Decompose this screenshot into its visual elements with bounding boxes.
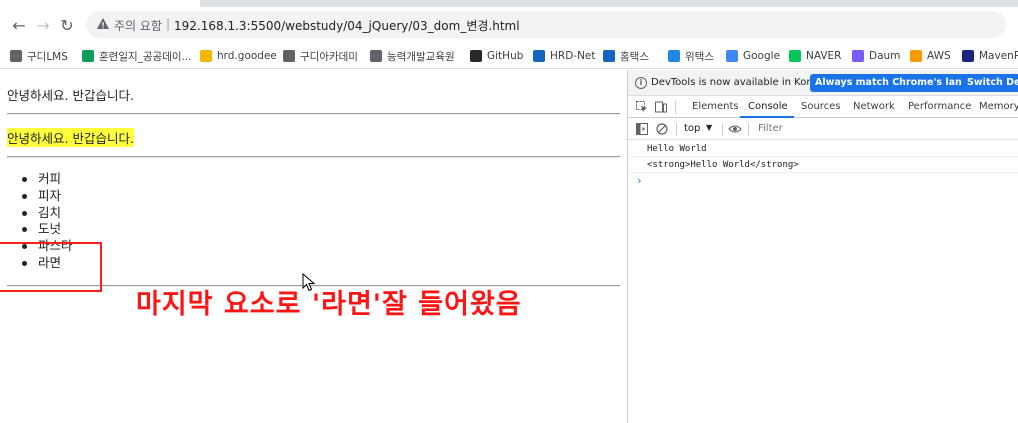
- bookmark-favicon-icon: [82, 50, 94, 62]
- bookmark-favicon-icon: [370, 50, 382, 62]
- toolbar-separator: [676, 123, 677, 136]
- console-log-line: <strong>Hello World</strong>: [628, 157, 1018, 173]
- bookmark-item[interactable]: MavenRe: [962, 48, 1018, 64]
- bookmark-label: HRD-Net: [550, 50, 596, 62]
- bookmark-item[interactable]: 위택스: [668, 48, 714, 64]
- active-tab[interactable]: [0, 0, 200, 7]
- banner-message: DevTools is now available in Korean!: [651, 77, 833, 88]
- list-item: 도넛: [22, 221, 73, 238]
- url-text[interactable]: 192.168.1.3:5500/webstudy/04_jQuery/03_d…: [174, 17, 520, 34]
- horizontal-rule: [7, 156, 620, 158]
- console-filter-input[interactable]: [752, 120, 1014, 137]
- live-expression-eye-icon[interactable]: [728, 123, 742, 135]
- toolbar-separator: [748, 123, 749, 136]
- bookmarks-bar: 구디LMS 훈련일지_공공데이... hrd.goodee 구디아카데미 능력개발교육원…: [0, 42, 1018, 69]
- forward-arrow-icon[interactable]: →: [34, 17, 52, 35]
- bookmark-item[interactable]: Google: [726, 48, 780, 64]
- info-icon: i: [635, 77, 647, 89]
- security-label[interactable]: 주의 요함: [114, 17, 162, 34]
- bookmark-label: GitHub: [487, 50, 524, 62]
- bookmark-label: Google: [743, 50, 781, 62]
- switch-language-button[interactable]: Switch DevT: [962, 74, 1018, 92]
- bookmark-item[interactable]: hrd.goodee: [200, 48, 277, 64]
- bookmark-favicon-icon: [470, 50, 482, 62]
- bookmark-label: 구디LMS: [27, 50, 68, 63]
- bookmark-label: 위택스: [685, 50, 714, 63]
- bookmark-item[interactable]: 구디LMS: [10, 48, 68, 64]
- bookmark-item[interactable]: Daum: [852, 48, 900, 64]
- annotation-text: 마지막 요소로 '라면'잘 들어왔음: [136, 289, 522, 320]
- back-arrow-icon[interactable]: ←: [10, 17, 28, 35]
- bookmark-item[interactable]: 능력개발교육원: [370, 48, 455, 64]
- bookmark-item[interactable]: GitHub: [470, 48, 523, 64]
- bookmark-favicon-icon: [962, 50, 974, 62]
- bookmark-favicon-icon: [852, 50, 864, 62]
- bookmark-label: AWS: [927, 50, 951, 62]
- bookmark-favicon-icon: [668, 50, 680, 62]
- greeting-paragraph: 안녕하세요. 반갑습니다.: [7, 88, 134, 103]
- device-toolbar-icon[interactable]: [655, 101, 667, 113]
- inspect-element-icon[interactable]: [636, 101, 648, 113]
- bookmark-favicon-icon: [10, 50, 22, 62]
- bookmark-item[interactable]: 구디아카데미: [283, 48, 358, 64]
- tab-console[interactable]: Console: [748, 101, 788, 112]
- reload-icon[interactable]: ↻: [58, 17, 76, 35]
- annotation-highlight-box: [0, 242, 102, 292]
- warning-icon: [97, 18, 109, 29]
- browser-toolbar: ← → ↻ 주의 요함 | 192.168.1.3:5500/webstudy/…: [0, 7, 1018, 42]
- bookmark-favicon-icon: [533, 50, 545, 62]
- tab-network[interactable]: Network: [853, 101, 895, 112]
- context-selector[interactable]: top: [684, 123, 700, 134]
- list-item: 커피: [22, 171, 73, 188]
- tab-performance[interactable]: Performance: [908, 101, 971, 112]
- toolbar-separator: [722, 123, 723, 136]
- highlighted-greeting-paragraph: 안녕하세요. 반갑습니다.: [7, 128, 134, 147]
- bookmark-label: NAVER: [806, 50, 842, 62]
- bookmark-label: MavenRe: [979, 50, 1018, 62]
- bookmark-item[interactable]: 훈련일지_공공데이...: [82, 48, 192, 64]
- list-item: 피자: [22, 188, 73, 205]
- address-bar[interactable]: 주의 요함 | 192.168.1.3:5500/webstudy/04_jQu…: [86, 11, 1006, 38]
- list-item: 김치: [22, 205, 73, 222]
- tab-strip: [0, 0, 1018, 7]
- console-toolbar: top ▼: [628, 118, 1018, 140]
- tab-elements[interactable]: Elements: [692, 101, 739, 112]
- tab-separator: [675, 101, 676, 114]
- page-content: 안녕하세요. 반갑습니다. 안녕하세요. 반갑습니다. 커피 피자 김치 도넛 파스타 라…: [0, 70, 627, 423]
- bookmark-favicon-icon: [726, 50, 738, 62]
- bookmark-favicon-icon: [789, 50, 801, 62]
- clear-console-icon[interactable]: [656, 123, 668, 135]
- bookmark-label: 훈련일지_공공데이...: [99, 50, 192, 63]
- bookmark-item[interactable]: HRD-Net: [533, 48, 596, 64]
- bookmark-item[interactable]: NAVER: [789, 48, 841, 64]
- bookmark-label: 구디아카데미: [300, 50, 358, 63]
- url-divider: |: [166, 17, 171, 31]
- bookmark-label: 홈택스: [620, 50, 649, 63]
- chevron-down-icon[interactable]: ▼: [706, 123, 712, 132]
- devtools-language-banner: i DevTools is now available in Korean! A…: [628, 70, 1018, 96]
- bookmark-favicon-icon: [910, 50, 922, 62]
- bookmark-favicon-icon: [200, 50, 212, 62]
- console-prompt[interactable]: ›: [636, 174, 643, 187]
- tab-memory[interactable]: Memory: [979, 101, 1018, 112]
- bookmark-favicon-icon: [283, 50, 295, 62]
- devtools-tabbar: Elements Console Sources Network Perform…: [628, 96, 1018, 118]
- tab-sources[interactable]: Sources: [801, 101, 841, 112]
- bookmark-item[interactable]: AWS: [910, 48, 951, 64]
- bookmark-label: hrd.goodee: [217, 50, 277, 62]
- devtools-panel: i DevTools is now available in Korean! A…: [627, 70, 1018, 423]
- bookmark-favicon-icon: [603, 50, 615, 62]
- bookmark-item[interactable]: 홈택스: [603, 48, 649, 64]
- bookmark-label: Daum: [869, 50, 901, 62]
- sidebar-toggle-icon[interactable]: [636, 123, 648, 135]
- console-log-line: Hello World: [628, 141, 1018, 157]
- horizontal-rule: [7, 113, 620, 115]
- bookmark-label: 능력개발교육원: [387, 50, 455, 63]
